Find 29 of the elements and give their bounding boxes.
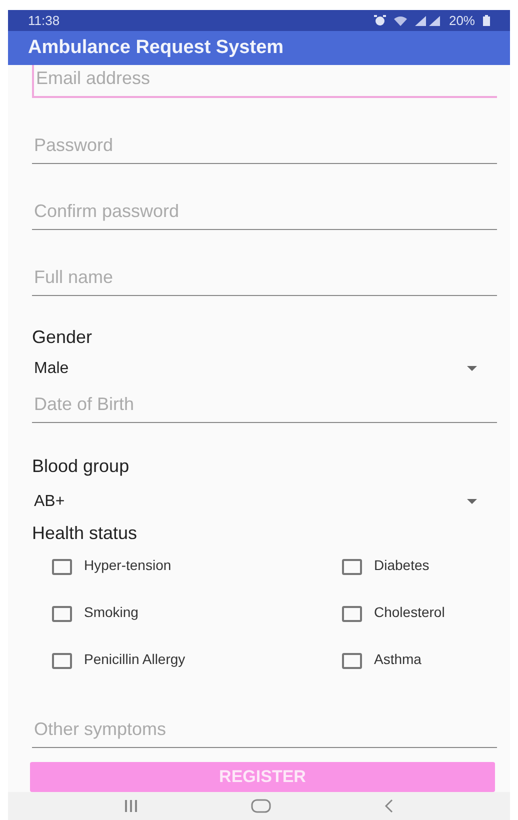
checkbox[interactable]: Diabetes xyxy=(342,554,497,576)
input-field[interactable]: Date of Birth xyxy=(32,390,497,423)
section-label: Health status xyxy=(32,522,138,545)
dropdown-arrow-icon[interactable] xyxy=(467,366,477,372)
back-icon[interactable] xyxy=(384,798,394,813)
field-label: Blood group xyxy=(32,454,130,478)
input-field[interactable]: Full name xyxy=(32,264,497,296)
wifi-icon xyxy=(394,16,407,26)
field-label: Gender xyxy=(32,326,94,349)
input-field[interactable]: Other symptoms xyxy=(32,716,497,748)
checkbox[interactable]: Penicillin Allergy xyxy=(52,648,342,670)
home-icon[interactable] xyxy=(250,798,271,813)
dropdown-arrow-icon[interactable] xyxy=(467,499,477,504)
checkbox[interactable]: Hyper-tension xyxy=(52,554,342,576)
dropdown-value[interactable]: AB+ xyxy=(32,490,65,514)
checkbox[interactable]: Cholesterol xyxy=(342,602,497,623)
signal-icon xyxy=(414,16,441,26)
input-field[interactable]: Email address xyxy=(32,64,497,98)
battery-percent: 20% xyxy=(448,12,475,30)
input-field[interactable]: Confirm password xyxy=(32,198,497,230)
battery-icon xyxy=(483,15,490,26)
app-title: Ambulance Request System xyxy=(28,36,284,60)
input-field[interactable]: Password xyxy=(32,132,497,164)
clock-time: 11:38 xyxy=(28,12,60,30)
alarm-icon xyxy=(374,15,386,26)
checkbox[interactable]: Asthma xyxy=(342,648,497,670)
recent-apps-icon[interactable] xyxy=(124,800,138,812)
dropdown-value[interactable]: Male xyxy=(32,356,69,381)
checkbox[interactable]: Smoking xyxy=(52,602,342,623)
